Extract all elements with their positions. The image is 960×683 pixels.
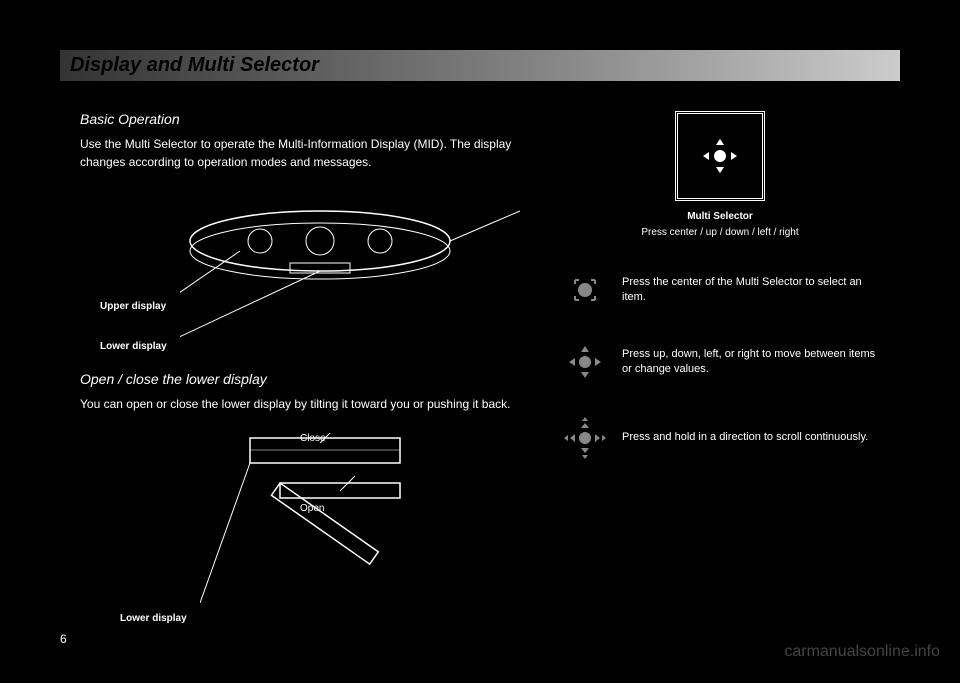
- icon-row-1: Press up, down, left, or right to move b…: [560, 340, 880, 384]
- icon-desc-0: Press the center of the Multi Selector t…: [622, 275, 880, 306]
- press-center-icon: [565, 270, 605, 310]
- figure-dashboard: Upper display Lower display: [80, 191, 520, 371]
- paragraph-basic-operation: Use the Multi Selector to operate the Mu…: [80, 135, 520, 171]
- multi-selector-callout: Multi Selector Press center / up / down …: [560, 111, 880, 240]
- press-hold-icon: [561, 414, 609, 462]
- multi-selector-label: Multi Selector: [560, 211, 880, 222]
- label-upper-display: Upper display: [100, 301, 166, 312]
- label-lower-display-2: Lower display: [120, 613, 187, 624]
- icon-row-0: Press the center of the Multi Selector t…: [560, 270, 880, 310]
- subtitle-open-close: Open / close the lower display: [80, 371, 520, 387]
- paragraph-open-close: You can open or close the lower display …: [80, 395, 520, 413]
- page-number: 6: [60, 632, 67, 646]
- figure-tilt: Close Open Lower display: [80, 433, 520, 633]
- subtitle-basic-operation: Basic Operation: [80, 111, 520, 127]
- section-header: Display and Multi Selector: [60, 50, 900, 81]
- watermark: carmanualsonline.info: [784, 643, 940, 661]
- label-lower-display: Lower display: [100, 341, 167, 352]
- label-open: Open: [300, 503, 324, 514]
- section-title: Display and Multi Selector: [70, 54, 890, 77]
- press-direction-icon: [563, 340, 607, 384]
- multi-selector-box: [675, 111, 765, 201]
- tilt-illustration: [200, 433, 480, 613]
- icon-desc-2: Press and hold in a direction to scroll …: [622, 430, 880, 445]
- icon-row-2: Press and hold in a direction to scroll …: [560, 414, 880, 462]
- icon-desc-1: Press up, down, left, or right to move b…: [622, 347, 880, 378]
- multi-selector-icon: [695, 131, 745, 181]
- multi-selector-action: Press center / up / down / left / right: [560, 226, 880, 240]
- label-close: Close: [300, 433, 326, 444]
- dashboard-illustration: [180, 191, 560, 371]
